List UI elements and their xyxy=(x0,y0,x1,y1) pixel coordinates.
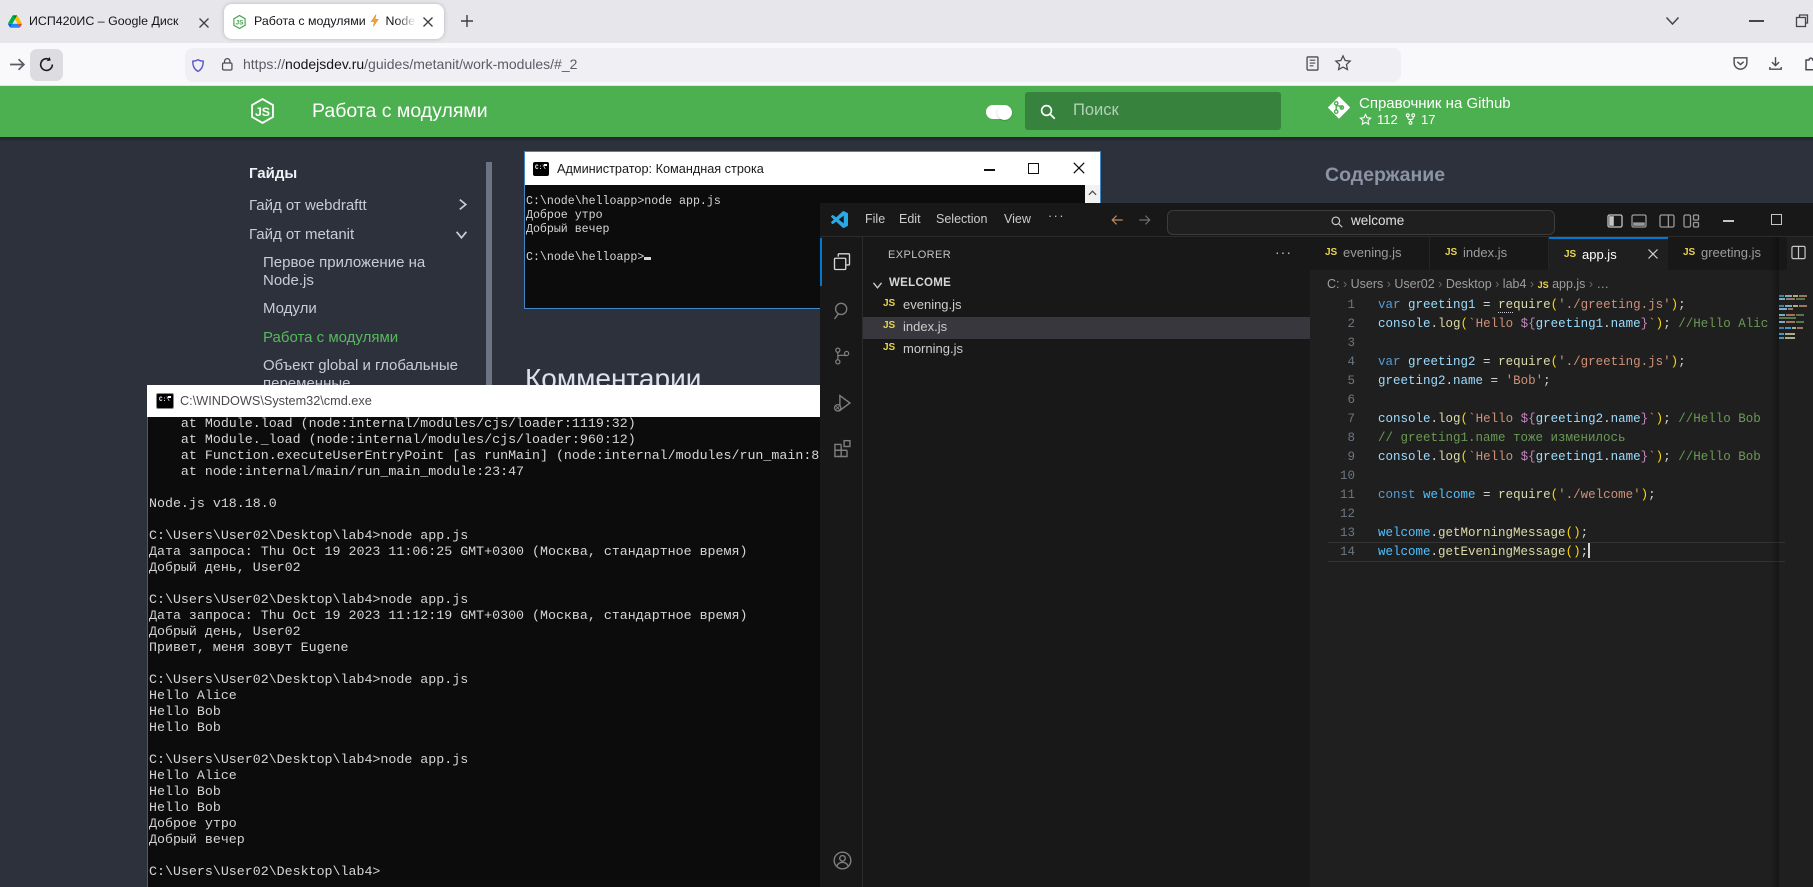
svg-text:JS: JS xyxy=(235,20,244,27)
svg-text:JS: JS xyxy=(255,105,270,119)
